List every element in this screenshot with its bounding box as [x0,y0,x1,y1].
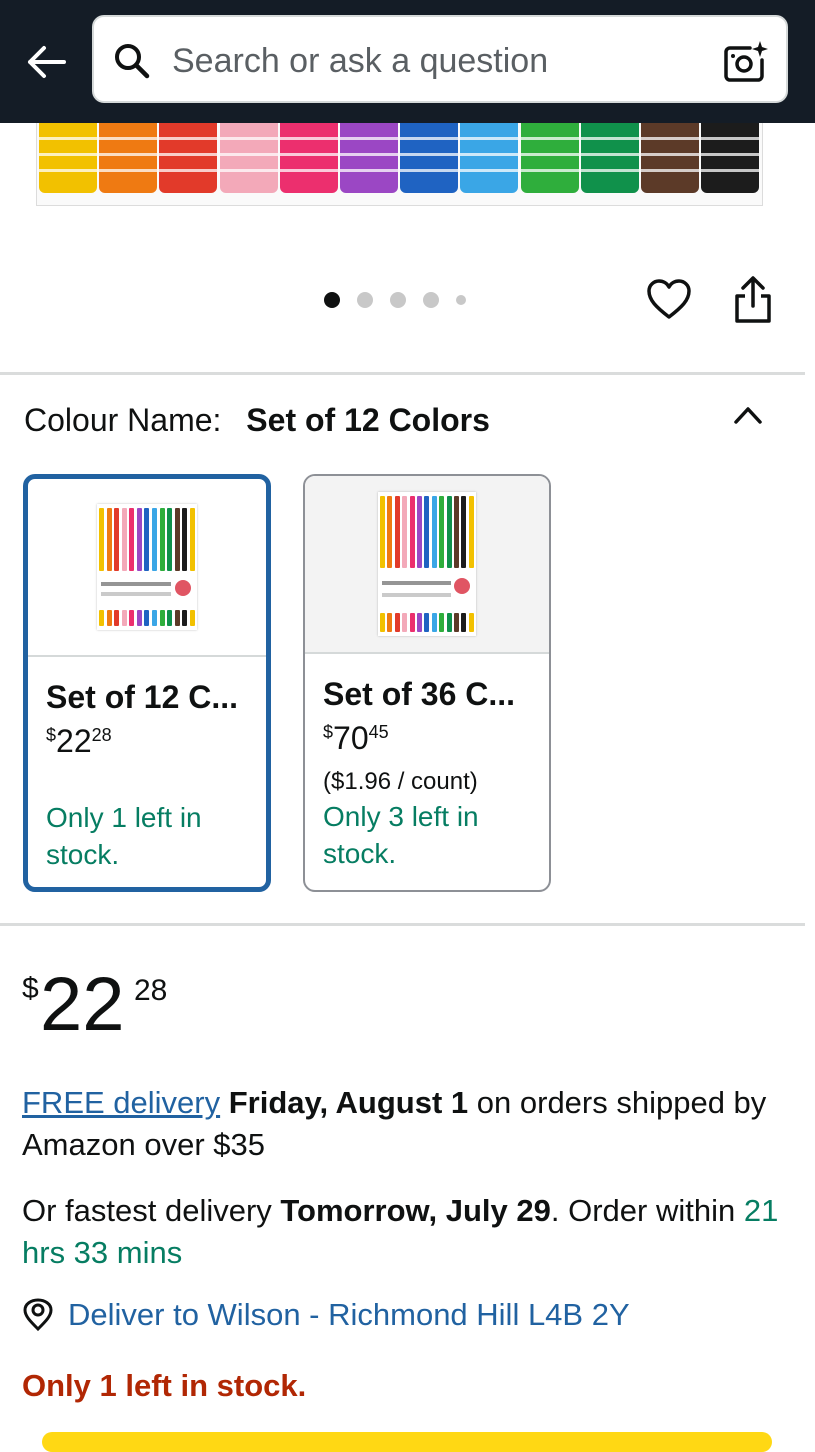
pen-cap [460,123,519,193]
search-input[interactable] [170,31,714,91]
stock-warning: Only 1 left in stock. [22,1368,307,1403]
colour-option-stock: Only 3 left in stock. [323,801,479,869]
colour-option-thumbnail [305,476,549,654]
colour-option-set-of-36[interactable]: Set of 36 C... $7045 ($1.96 / count) Onl… [303,474,551,892]
fastest-delivery-info: Or fastest delivery Tomorrow, July 29. O… [22,1193,779,1270]
pen-cap [340,123,398,193]
colour-option-price: $7045 [323,720,389,756]
pen-cap [520,123,579,193]
pagination-dot[interactable] [324,292,340,308]
colour-option-price: $2228 [46,723,112,759]
camera-sparkle-icon[interactable] [722,39,768,85]
section-divider [0,923,805,926]
chevron-up-icon[interactable] [728,396,768,432]
pen-cap [580,123,639,193]
pagination-dot[interactable] [423,292,439,308]
deliver-to-text: Deliver to Wilson - Richmond Hill L4B 2Y [68,1297,630,1332]
heart-outline-icon[interactable] [646,277,692,323]
arrow-left-icon [28,46,66,78]
add-to-cart-button[interactable] [42,1432,772,1452]
colour-name-row: Colour Name: Set of 12 Colors [24,402,490,439]
back-button[interactable] [22,38,70,86]
free-delivery-link[interactable]: FREE delivery [22,1085,220,1120]
pen-package-image [97,504,197,630]
pen-cap [99,123,158,193]
colour-option-title: Set of 12 C... [46,679,239,715]
pagination-dot[interactable] [390,292,406,308]
section-divider [0,372,805,375]
pagination-dot[interactable] [357,292,373,308]
colour-option-thumbnail [28,479,266,657]
colour-name-label: Colour Name: [24,402,222,438]
colour-name-value: Set of 12 Colors [246,402,490,438]
search-icon [115,44,150,79]
pen-package-image [378,492,476,636]
share-icon[interactable] [730,274,776,326]
free-delivery-date: Friday, August 1 [228,1085,469,1120]
pen-cap [641,123,699,193]
pen-cap [39,123,97,193]
location-pin-icon [23,1298,53,1332]
top-bar [0,0,815,123]
search-bar[interactable] [92,15,788,103]
colour-option-unit-price: ($1.96 / count) [323,768,478,795]
colour-option-set-of-12[interactable]: Set of 12 C... $2228 Only 1 left in stoc… [23,474,271,892]
pen-cap [159,123,218,193]
colour-option-stock: Only 1 left in stock. [46,802,202,870]
colour-option-title: Set of 36 C... [323,676,516,712]
pen-cap [400,123,459,193]
pen-cap [219,123,278,193]
pagination-dot[interactable] [456,295,466,305]
pen-cap [701,123,760,193]
deliver-to-location[interactable]: Deliver to Wilson - Richmond Hill L4B 2Y [22,1297,630,1333]
product-image[interactable] [36,123,763,206]
fastest-delivery-date: Tomorrow, July 29 [280,1193,551,1228]
pen-cap [279,123,338,193]
free-delivery-info: FREE delivery Friday, August 1 on orders… [22,1082,792,1166]
image-pagination-dots [324,291,483,309]
